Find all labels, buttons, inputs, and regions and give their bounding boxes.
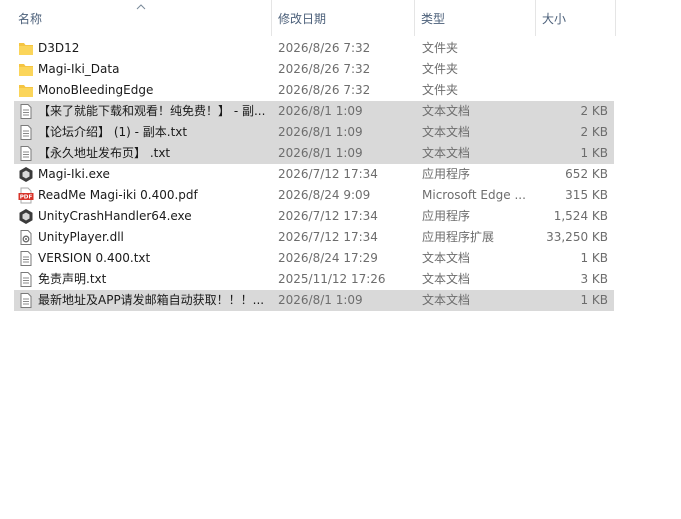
file-name: MonoBleedingEdge <box>38 83 154 97</box>
file-size <box>536 59 608 80</box>
file-name: VERSION 0.400.txt <box>38 251 151 265</box>
file-size: 3 KB <box>580 272 608 286</box>
folder-icon <box>18 61 34 78</box>
file-name: 最新地址及APP请发邮箱自动获取！！！... <box>38 293 265 307</box>
file-name: 【永久地址发布页】 .txt <box>38 146 171 160</box>
file-name: 【论坛介绍】 (1) - 副本.txt <box>38 125 188 139</box>
column-header-type[interactable]: 类型 <box>415 0 536 36</box>
svg-text:PDF: PDF <box>20 195 33 201</box>
file-type: 应用程序 <box>422 167 471 181</box>
file-size: 2 KB <box>580 125 608 139</box>
file-row[interactable]: VERSION 0.400.txt 2026/8/24 17:29 文本文档 1 KB <box>14 248 614 269</box>
file-row[interactable]: PDF ReadMe Magi-iki 0.400.pdf 2026/8/24 9:… <box>14 185 614 206</box>
text-file-icon <box>18 292 34 309</box>
file-type: 文件夹 <box>422 62 459 76</box>
file-date: 2026/8/24 9:09 <box>278 188 371 202</box>
column-header-date[interactable]: 修改日期 <box>272 0 415 36</box>
file-type: 文件夹 <box>422 41 459 55</box>
file-date: 2026/7/12 17:34 <box>278 230 378 244</box>
folder-icon <box>18 40 34 57</box>
file-row[interactable]: 【来了就能下载和观看！纯免费！】 - 副... 2026/8/1 1:09 文本文档… <box>14 101 614 122</box>
column-header-size[interactable]: 大小 <box>536 0 616 36</box>
file-date: 2026/8/24 17:29 <box>278 251 378 265</box>
file-type: 应用程序扩展 <box>422 230 495 244</box>
file-size: 33,250 KB <box>546 230 608 244</box>
column-header-name[interactable]: 名称 <box>12 0 272 36</box>
file-type: 文本文档 <box>422 251 471 265</box>
pdf-icon: PDF <box>18 187 34 204</box>
unity-exe-icon <box>18 166 34 183</box>
file-date: 2026/8/1 1:09 <box>278 146 363 160</box>
file-type: 文本文档 <box>422 125 471 139</box>
file-type: 文件夹 <box>422 83 459 97</box>
file-size: 315 KB <box>565 188 608 202</box>
file-type: 文本文档 <box>422 146 471 160</box>
text-file-icon <box>18 145 34 162</box>
column-header-bar: 名称 修改日期 类型 大小 <box>0 0 681 36</box>
file-name: Magi-Iki.exe <box>38 167 110 181</box>
file-row[interactable]: 免责声明.txt 2025/11/12 17:26 文本文档 3 KB <box>14 269 614 290</box>
file-type: 文本文档 <box>422 104 471 118</box>
text-file-icon <box>18 103 34 120</box>
file-row[interactable]: Magi-Iki.exe 2026/7/12 17:34 应用程序 652 KB <box>14 164 614 185</box>
file-type: 文本文档 <box>422 272 471 286</box>
folder-icon <box>18 82 34 99</box>
file-size: 1,524 KB <box>553 209 608 223</box>
file-date: 2026/8/1 1:09 <box>278 293 363 307</box>
file-date: 2026/7/12 17:34 <box>278 167 378 181</box>
file-date: 2026/8/26 7:32 <box>278 41 371 55</box>
file-row[interactable]: 【永久地址发布页】 .txt 2026/8/1 1:09 文本文档 1 KB <box>14 143 614 164</box>
file-name: UnityPlayer.dll <box>38 230 124 244</box>
file-type: Microsoft Edge ... <box>422 188 526 202</box>
file-name: Magi-Iki_Data <box>38 62 120 76</box>
file-date: 2026/8/26 7:32 <box>278 62 371 76</box>
file-size: 1 KB <box>580 293 608 307</box>
file-size <box>536 38 608 59</box>
file-name: ReadMe Magi-iki 0.400.pdf <box>38 188 198 202</box>
file-date: 2026/8/26 7:32 <box>278 83 371 97</box>
file-row[interactable]: Magi-Iki_Data 2026/8/26 7:32 文件夹 <box>14 59 614 80</box>
file-row[interactable]: UnityCrashHandler64.exe 2026/7/12 17:34 应用… <box>14 206 614 227</box>
file-size: 2 KB <box>580 104 608 118</box>
file-row[interactable]: D3D12 2026/8/26 7:32 文件夹 <box>14 38 614 59</box>
file-size <box>536 80 608 101</box>
file-name: 【来了就能下载和观看！纯免费！】 - 副... <box>38 104 266 118</box>
file-type: 应用程序 <box>422 209 471 223</box>
dll-icon <box>18 229 34 246</box>
text-file-icon <box>18 124 34 141</box>
file-size: 1 KB <box>580 146 608 160</box>
file-name: D3D12 <box>38 41 80 55</box>
file-type: 文本文档 <box>422 293 471 307</box>
file-row[interactable]: UnityPlayer.dll 2026/7/12 17:34 应用程序扩展 33,2… <box>14 227 614 248</box>
file-date: 2026/8/1 1:09 <box>278 125 363 139</box>
file-name: UnityCrashHandler64.exe <box>38 209 192 223</box>
file-size: 1 KB <box>580 251 608 265</box>
text-file-icon <box>18 250 34 267</box>
unity-exe-icon <box>18 208 34 225</box>
file-name: 免责声明.txt <box>38 272 107 286</box>
file-date: 2026/8/1 1:09 <box>278 104 363 118</box>
file-date: 2026/7/12 17:34 <box>278 209 378 223</box>
file-row[interactable]: 【论坛介绍】 (1) - 副本.txt 2026/8/1 1:09 文本文档 2 KB <box>14 122 614 143</box>
text-file-icon <box>18 271 34 288</box>
file-list: D3D12 2026/8/26 7:32 文件夹 Magi-Iki_Data 2026/… <box>14 38 614 311</box>
file-row[interactable]: 最新地址及APP请发邮箱自动获取！！！... 2026/8/1 1:09 文本文档 1… <box>14 290 614 311</box>
file-date: 2025/11/12 17:26 <box>278 272 386 286</box>
file-size: 652 KB <box>565 167 608 181</box>
file-row[interactable]: MonoBleedingEdge 2026/8/26 7:32 文件夹 <box>14 80 614 101</box>
